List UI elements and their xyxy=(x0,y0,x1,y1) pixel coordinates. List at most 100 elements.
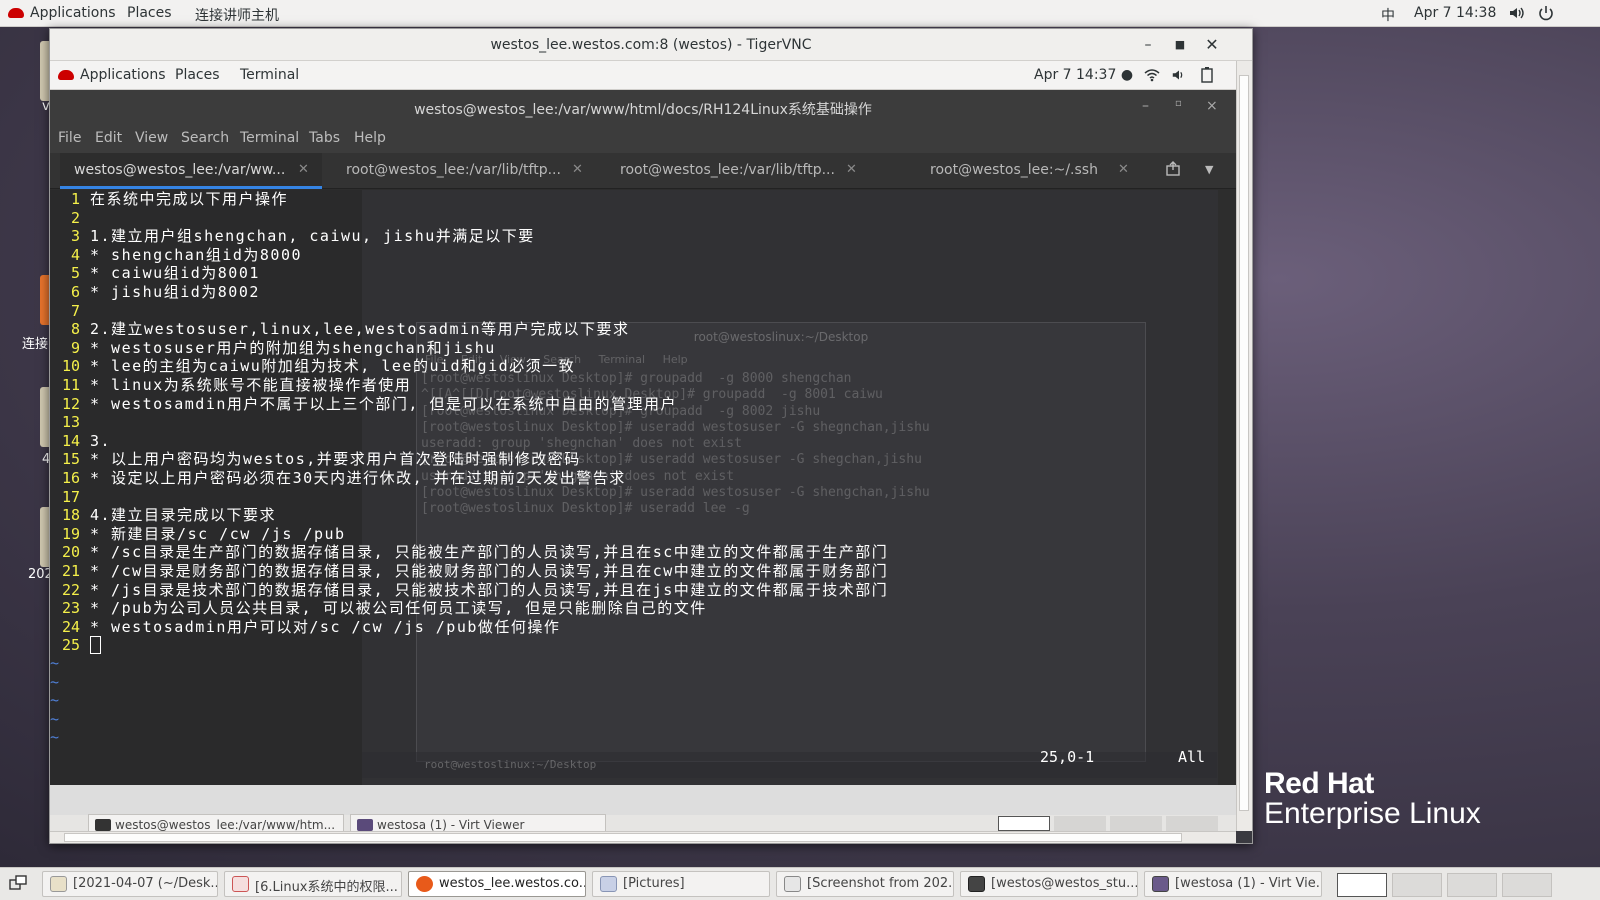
line-text: * caiwu组id为8001 xyxy=(90,264,260,283)
vm-workspace-3[interactable] xyxy=(1110,816,1162,831)
line-number: 23 xyxy=(61,599,80,618)
vnc-hscroll-thumb[interactable] xyxy=(64,833,1182,842)
close-button[interactable]: ✕ xyxy=(1202,35,1222,55)
menu-edit[interactable]: Edit xyxy=(95,130,122,146)
tab-label: westos@westos_lee:/var/ww... xyxy=(74,162,286,178)
line-number: 11 xyxy=(61,376,80,394)
line-number: 12 xyxy=(61,394,80,413)
terminal-icon xyxy=(968,876,985,892)
task-text-editor[interactable]: [2021-04-07 (~/Desk... xyxy=(42,871,218,897)
line-number: 22 xyxy=(61,580,80,599)
workspace-2[interactable] xyxy=(1392,873,1442,897)
task-vnc[interactable]: westos_lee.westos.co... xyxy=(408,871,586,897)
applications-menu[interactable]: Applications xyxy=(8,5,116,21)
menu-search[interactable]: Search xyxy=(181,130,229,146)
vim-editor[interactable]: root@westoslinux:~/Desktop File Edit Vie… xyxy=(50,190,1218,785)
tab-close-icon[interactable]: ✕ xyxy=(1118,162,1129,177)
vm-task-virt-viewer[interactable]: westosa (1) - Virt Viewer xyxy=(350,814,606,831)
connect-host-menu[interactable]: 连接讲师主机 xyxy=(195,5,279,25)
terminal-minimize-button[interactable]: – xyxy=(1142,98,1149,114)
task-label: [Screenshot from 202... xyxy=(807,876,954,891)
line-text: * 设定以上用户密码必须在30天内进行休改, 并在过期前2天发出警告求 xyxy=(90,469,626,487)
menu-terminal[interactable]: Terminal xyxy=(240,130,299,146)
vm-places-menu[interactable]: Places xyxy=(175,67,220,83)
terminal-titlebar[interactable]: westos@westos_lee:/var/www/html/docs/RH1… xyxy=(50,90,1236,125)
tigervnc-window[interactable]: westos_lee.westos.com:8 (westos) - Tiger… xyxy=(49,28,1253,844)
terminal-scrollbar[interactable] xyxy=(1218,190,1236,785)
line-text: * linux为系统账号不能直接被操作者使用 xyxy=(90,376,412,394)
vm-volume-icon[interactable] xyxy=(1171,67,1187,87)
task-pictures[interactable]: [Pictures] xyxy=(592,871,770,897)
task-screenshot[interactable]: [Screenshot from 202... xyxy=(776,871,954,897)
line-number: 1 xyxy=(70,190,80,208)
line-text: 3. xyxy=(90,431,112,450)
battery-icon[interactable] xyxy=(1200,67,1214,87)
vm-workspace-1[interactable] xyxy=(998,816,1050,831)
line-number: 4 xyxy=(70,245,80,264)
tab-root-tftp-2[interactable]: root@westos_lee:/var/lib/tftp... ✕ xyxy=(620,153,880,189)
workspace-3[interactable] xyxy=(1447,873,1497,897)
vm-workspace-2[interactable] xyxy=(1054,816,1106,831)
text-editor-icon xyxy=(50,876,67,892)
menu-tabs[interactable]: Tabs xyxy=(309,130,340,146)
tab-westos-html[interactable]: westos@westos_lee:/var/ww... ✕ xyxy=(60,153,322,189)
menu-help[interactable]: Help xyxy=(354,130,386,146)
background-taskbar-label: root@westoslinux:~/Desktop xyxy=(424,758,597,771)
clock[interactable]: Apr 7 14:38 xyxy=(1414,5,1496,21)
redhat-logo: Red Hat Enterprise Linux xyxy=(1264,767,1481,831)
task-document[interactable]: [6.Linux系统中的权限... xyxy=(224,871,402,897)
vnc-titlebar[interactable]: westos_lee.westos.com:8 (westos) - Tiger… xyxy=(50,29,1252,61)
tab-close-icon[interactable]: ✕ xyxy=(572,162,583,177)
new-tab-icon[interactable] xyxy=(1165,161,1181,181)
tab-root-ssh[interactable]: root@westos_lee:~/.ssh ✕ xyxy=(930,153,1130,189)
virt-viewer-icon xyxy=(357,819,373,831)
volume-icon[interactable] xyxy=(1508,4,1526,26)
terminal-window[interactable]: westos@westos_lee:/var/www/html/docs/RH1… xyxy=(50,90,1236,785)
vm-task-label: westosa (1) - Virt Viewer xyxy=(377,818,525,831)
line-text: 1.建立用户组shengchan, caiwu, jishu并满足以下要 xyxy=(90,227,535,246)
task-terminal[interactable]: [westos@westos_stu... xyxy=(960,871,1138,897)
task-label: [Pictures] xyxy=(623,876,685,891)
line-text: * westosadmin用户可以对/sc /cw /js /pub做任何操作 xyxy=(90,617,561,636)
task-virt-viewer[interactable]: [westosa (1) - Virt Vie... xyxy=(1144,871,1322,897)
tab-root-tftp-1[interactable]: root@westos_lee:/var/lib/tftp... ✕ xyxy=(346,153,606,189)
vm-task-terminal[interactable]: westos@westos_lee:/var/www/htm... xyxy=(88,814,344,831)
line-text: * 新建目录/sc /cw /js /pub xyxy=(90,524,346,543)
vm-workspace-4[interactable] xyxy=(1166,816,1218,831)
vm-terminal-menu[interactable]: Terminal xyxy=(240,67,299,83)
tab-close-icon[interactable]: ✕ xyxy=(298,162,309,177)
vnc-scroll-thumb[interactable] xyxy=(1239,75,1249,811)
terminal-maximize-button[interactable]: ▫ xyxy=(1175,98,1182,109)
vm-taskbar: westos@westos_lee:/var/www/htm... westos… xyxy=(50,814,1236,831)
minimize-button[interactable]: – xyxy=(1138,35,1158,55)
vnc-vertical-scrollbar[interactable] xyxy=(1236,61,1252,831)
places-menu[interactable]: Places xyxy=(127,5,172,21)
virt-viewer-icon xyxy=(1152,876,1169,892)
input-method-indicator[interactable]: 中 xyxy=(1381,5,1395,25)
line-number: 24 xyxy=(61,617,80,636)
line-number: 19 xyxy=(61,524,80,543)
applications-label: Applications xyxy=(30,5,116,21)
workspace-1[interactable] xyxy=(1337,873,1387,897)
maximize-button[interactable]: ■ xyxy=(1170,35,1190,55)
tab-close-icon[interactable]: ✕ xyxy=(846,162,857,177)
vm-task-label: westos@westos_lee:/var/www/htm... xyxy=(115,818,336,831)
vm-screen[interactable]: Applications Places Terminal Apr 7 14:37… xyxy=(50,61,1236,831)
line-number: 6 xyxy=(70,283,80,301)
line-text: * 以上用户密码均为westos,并要求用户首次登陆时强制修改密码 xyxy=(90,450,581,469)
workspace-4[interactable] xyxy=(1502,873,1552,897)
terminal-close-button[interactable]: × xyxy=(1206,98,1218,114)
vm-applications-menu[interactable]: Applications xyxy=(58,67,166,83)
wifi-icon[interactable] xyxy=(1144,67,1160,87)
vm-clock[interactable]: Apr 7 14:37 ● xyxy=(1034,67,1133,83)
tabs-dropdown-icon[interactable]: ▼ xyxy=(1205,163,1213,176)
line-text: * /js目录是技术部门的数据存储目录, 只能被技术部门的人员读写,并且在js中… xyxy=(90,580,889,599)
line-text: * jishu组id为8002 xyxy=(90,283,260,301)
line-number: 16 xyxy=(61,469,80,487)
power-icon[interactable] xyxy=(1537,4,1555,26)
line-number: 21 xyxy=(61,562,80,580)
vnc-horizontal-scrollbar[interactable] xyxy=(50,831,1236,843)
menu-view[interactable]: View xyxy=(135,130,168,146)
menu-file[interactable]: File xyxy=(58,130,81,146)
show-desktop-icon[interactable] xyxy=(8,874,28,896)
